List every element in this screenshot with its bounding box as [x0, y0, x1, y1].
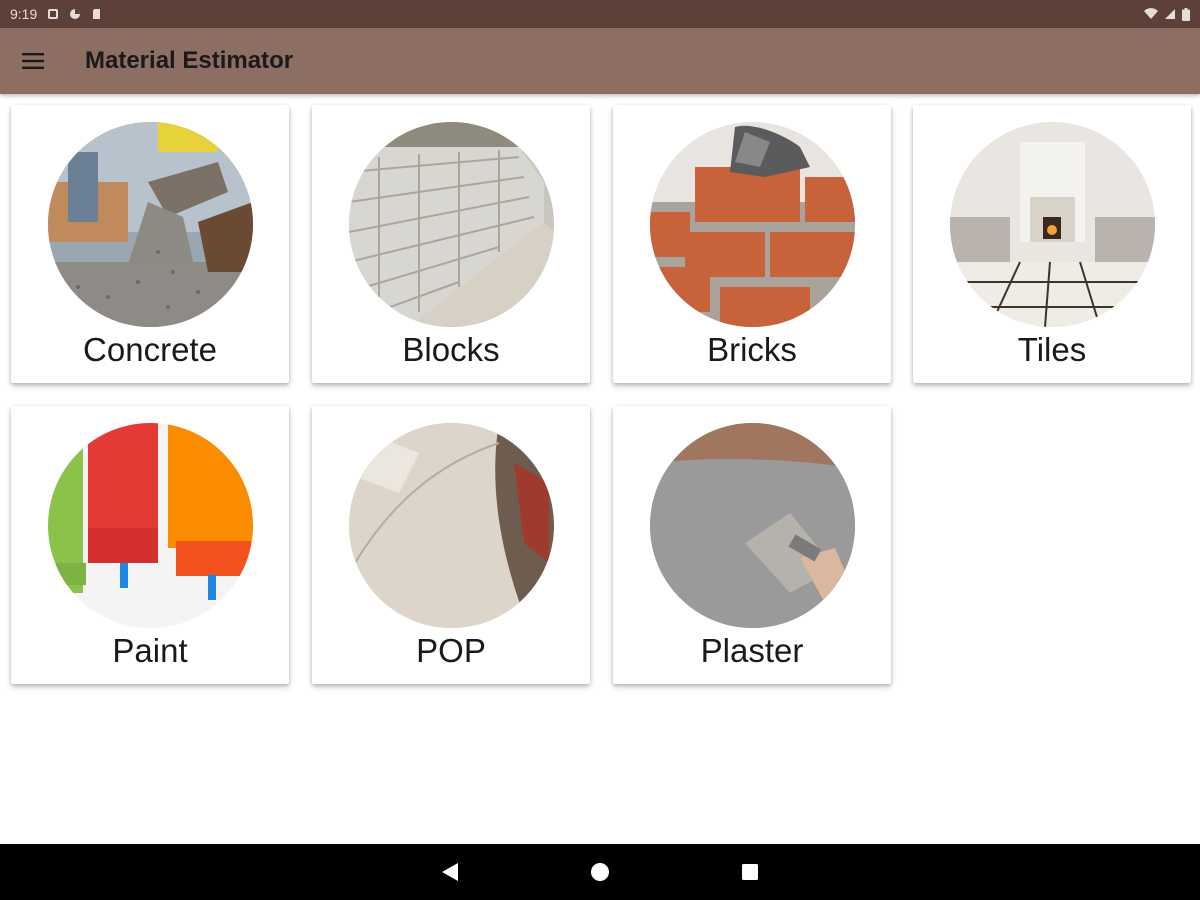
data-saver-icon — [70, 9, 81, 19]
card-label-concrete: Concrete — [83, 331, 217, 368]
recents-square-icon — [742, 864, 758, 880]
wifi-icon — [1144, 8, 1158, 19]
status-bar: 9:19 — [0, 0, 1200, 28]
card-bricks[interactable]: Bricks — [613, 105, 891, 383]
card-label-tiles: Tiles — [1017, 331, 1087, 368]
plaster-trowel-photo — [650, 423, 855, 628]
recents-button[interactable] — [720, 844, 780, 900]
hamburger-menu-icon — [22, 53, 44, 69]
block-wall-photo — [349, 122, 554, 327]
notification-icon — [48, 9, 59, 19]
app-bar: Material Estimator — [0, 28, 1200, 94]
menu-button[interactable] — [0, 28, 66, 94]
card-label-blocks: Blocks — [402, 331, 500, 368]
card-label-paint: Paint — [112, 632, 188, 669]
card-label-bricks: Bricks — [707, 331, 797, 368]
status-time: 9:19 — [10, 6, 38, 22]
card-concrete[interactable]: Concrete — [11, 105, 289, 383]
card-tiles[interactable]: Tiles — [913, 105, 1191, 383]
card-label-pop: POP — [416, 632, 486, 669]
card-pop[interactable]: POP — [312, 406, 590, 684]
home-button[interactable] — [570, 844, 630, 900]
concrete-pour-photo — [48, 122, 253, 327]
pop-ceiling-photo — [349, 423, 554, 628]
system-nav-bar — [0, 844, 1200, 900]
home-circle-icon — [591, 863, 609, 881]
card-plaster[interactable]: Plaster — [613, 406, 891, 684]
card-blocks[interactable]: Blocks — [312, 105, 590, 383]
battery-icon — [1182, 7, 1190, 21]
tiled-room-photo — [950, 122, 1155, 327]
back-triangle-icon — [442, 863, 458, 881]
page-title: Material Estimator — [85, 47, 294, 74]
paint-rollers-photo — [48, 423, 253, 628]
sd-card-icon — [93, 9, 101, 19]
signal-icon — [1165, 9, 1175, 19]
card-label-plaster: Plaster — [700, 632, 804, 669]
back-button[interactable] — [420, 844, 480, 900]
card-paint[interactable]: Paint — [11, 406, 289, 684]
brick-laying-photo — [650, 122, 855, 327]
